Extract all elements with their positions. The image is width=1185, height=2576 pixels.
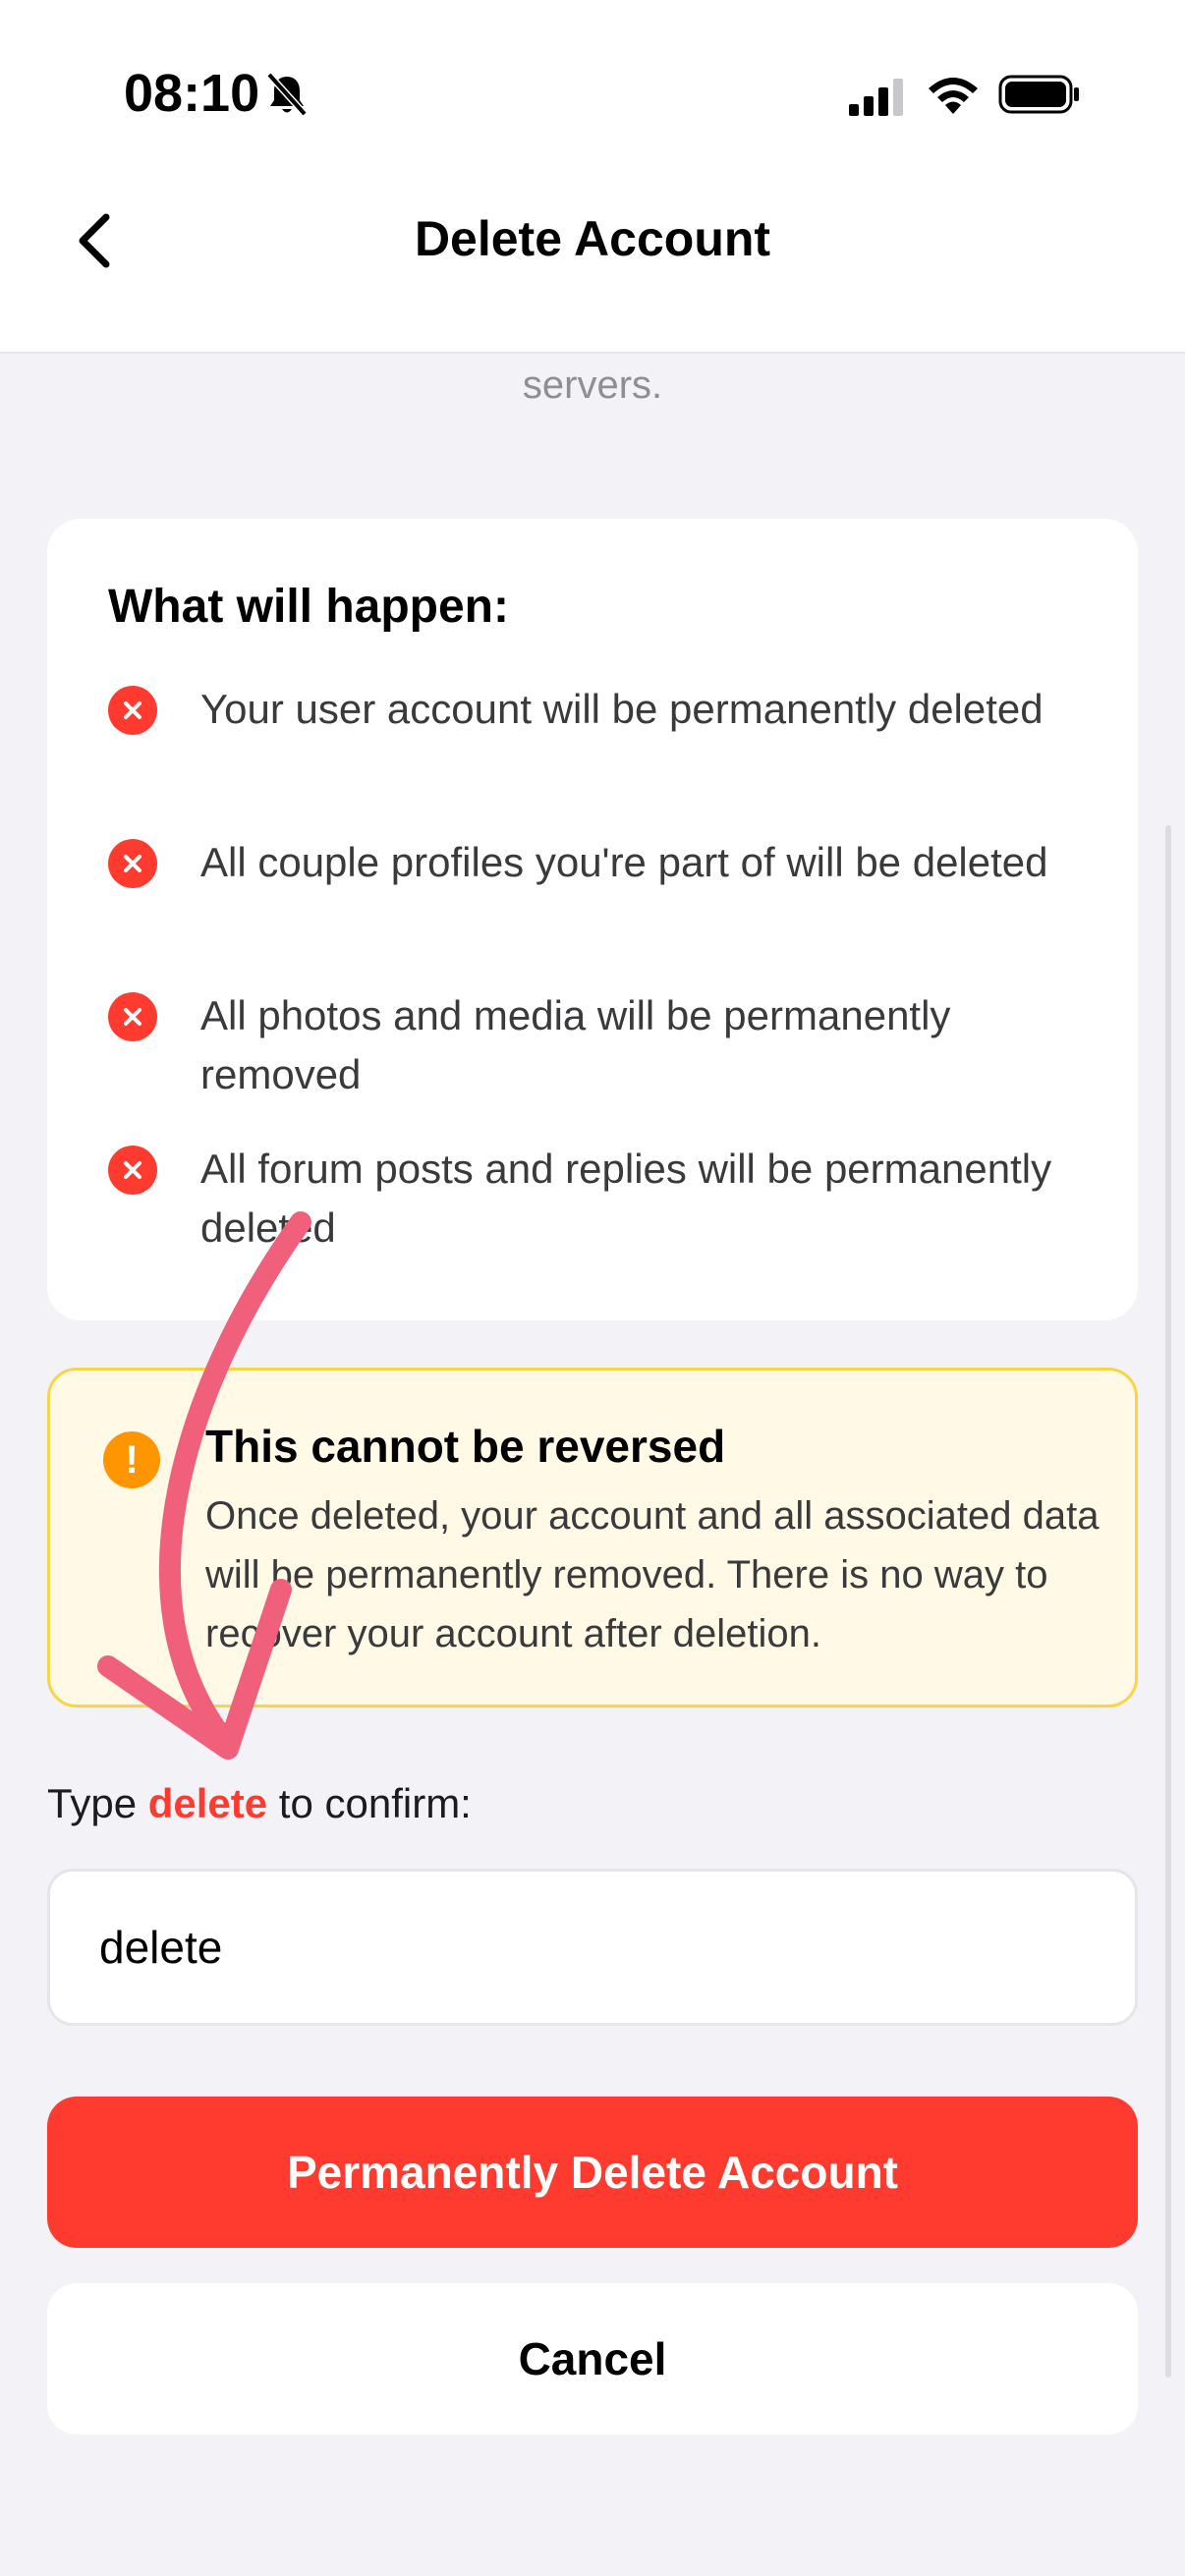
warning-title: This cannot be reversed — [205, 1421, 726, 1472]
x-circle-icon — [108, 992, 157, 1041]
cancel-button[interactable]: Cancel — [47, 2283, 1138, 2435]
confirm-suffix: to confirm: — [267, 1780, 472, 1826]
x-circle-icon — [108, 1146, 157, 1195]
warning-body: Once deleted, your account and all assoc… — [205, 1494, 1100, 1655]
battery-icon — [998, 75, 1079, 114]
bell-slash-icon — [266, 72, 308, 117]
list-item: All photos and media will be permanently… — [108, 986, 1091, 1104]
consequence-text: Your user account will be permanently de… — [200, 686, 1044, 732]
list-item: All couple profiles you're part of will … — [108, 833, 1091, 892]
signal-icon — [849, 79, 903, 116]
confirm-instruction: Type delete to confirm: — [47, 1780, 472, 1827]
scrollbar[interactable] — [1165, 825, 1171, 2378]
delete-account-button[interactable]: Permanently Delete Account — [47, 2097, 1138, 2248]
consequences-title: What will happen: — [108, 581, 509, 633]
consequence-text: All photos and media will be permanently… — [200, 992, 951, 1097]
consequence-text: All couple profiles you're part of will … — [200, 839, 1048, 885]
list-item: Your user account will be permanently de… — [108, 680, 1091, 739]
header: 08:10 Delete Account — [0, 0, 1185, 354]
consequence-text: All forum posts and replies will be perm… — [200, 1146, 1052, 1251]
confirm-input[interactable] — [47, 1869, 1138, 2026]
x-circle-icon — [108, 839, 157, 888]
warning-callout: ! This cannot be reversed Once deleted, … — [47, 1368, 1138, 1708]
list-item: All forum posts and replies will be perm… — [108, 1140, 1091, 1258]
page-title: Delete Account — [414, 211, 771, 266]
confirm-keyword: delete — [147, 1780, 268, 1826]
x-circle-icon — [108, 686, 157, 735]
delete-account-screen: 08:10 Delete Account servers. What will … — [0, 0, 1185, 2576]
wifi-icon — [929, 78, 978, 114]
intro-text-tail: servers. — [522, 364, 663, 407]
exclamation-circle-icon: ! — [103, 1431, 160, 1488]
status-time: 08:10 — [124, 64, 260, 123]
confirm-prefix: Type — [47, 1780, 148, 1826]
consequences-card: What will happen: Your user account will… — [47, 519, 1138, 1320]
